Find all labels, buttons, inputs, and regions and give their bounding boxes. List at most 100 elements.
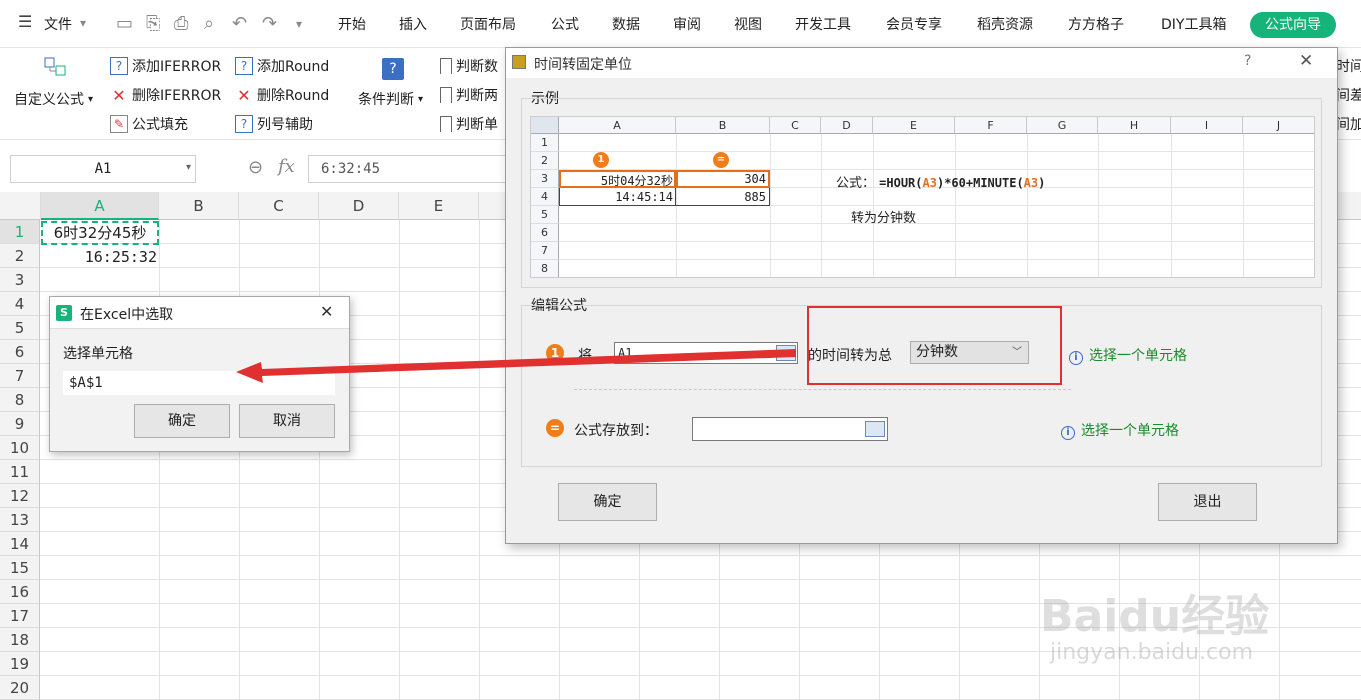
row-header[interactable]: 17 <box>0 604 40 628</box>
col-header-a[interactable]: A <box>41 192 159 220</box>
select-cell-input[interactable]: $A$1 <box>63 371 335 395</box>
judge-single-button[interactable]: 判断单 <box>440 114 498 134</box>
row-header[interactable]: 11 <box>0 460 40 484</box>
close-icon[interactable]: ✕ <box>320 302 333 321</box>
row-header[interactable]: 6 <box>0 340 40 364</box>
output-cell-input[interactable] <box>692 417 888 441</box>
col-header-c[interactable]: C <box>239 192 319 220</box>
step1-prefix: 将 <box>578 348 592 364</box>
dialog-ok-button[interactable]: 确定 <box>558 483 657 521</box>
row-header[interactable]: 19 <box>0 652 40 676</box>
export-icon[interactable]: ⎘ <box>146 13 160 34</box>
custom-formula-icon[interactable] <box>42 56 68 80</box>
row-header[interactable]: 16 <box>0 580 40 604</box>
chevron-down-icon[interactable]: ▾ <box>80 16 86 30</box>
more-icon[interactable]: ▾ <box>296 17 302 31</box>
custom-formula-label: 自定义公式 <box>14 92 84 108</box>
del-iferror-button[interactable]: ✕ 删除IFERROR <box>110 85 221 105</box>
app-icon: S <box>56 305 72 321</box>
formula-mid: )*60+MINUTE( <box>936 176 1024 190</box>
row-header[interactable]: 15 <box>0 556 40 580</box>
row-header[interactable]: 18 <box>0 628 40 652</box>
undo-icon[interactable]: ↶ <box>232 13 247 34</box>
tab-page-layout[interactable]: 页面布局 <box>460 14 516 34</box>
tab-insert[interactable]: 插入 <box>399 14 427 34</box>
hint1-text: 选择一个单元格 <box>1089 348 1187 364</box>
cond-judge-icon[interactable]: ? <box>382 58 404 80</box>
source-cell-input[interactable]: A1 <box>614 342 798 364</box>
row-header[interactable]: 14 <box>0 532 40 556</box>
cond-judge-button[interactable]: 条件判断 ▾ <box>358 89 423 109</box>
name-box[interactable]: A1 <box>10 155 196 183</box>
judge-two-button[interactable]: 判断两 <box>440 85 498 105</box>
row-header[interactable]: 4 <box>0 292 40 316</box>
tab-view[interactable]: 视图 <box>734 14 762 34</box>
tab-docer[interactable]: 稻壳资源 <box>977 14 1033 34</box>
judge-number-button[interactable]: 判断数 <box>440 56 498 76</box>
fx-icon[interactable]: fx <box>278 156 295 177</box>
step1-marker: 1 <box>546 344 564 362</box>
tab-fangfang[interactable]: 方方格子 <box>1068 14 1124 34</box>
tab-formula-wizard[interactable]: 公式向导 <box>1250 12 1336 38</box>
del-round-button[interactable]: ✕ 删除Round <box>235 85 329 105</box>
formula-input[interactable]: 6:32:45 <box>308 155 508 183</box>
time-add-button[interactable]: 间加 <box>1336 114 1361 134</box>
hint2[interactable]: i 选择一个单元格 <box>1061 420 1179 440</box>
row-header[interactable]: 10 <box>0 436 40 460</box>
help-icon[interactable]: ? <box>1244 53 1251 69</box>
save-icon[interactable]: ▭ <box>116 13 133 34</box>
bookmark-icon <box>440 116 452 132</box>
time-diff-button[interactable]: 间差 <box>1336 85 1361 105</box>
time-convert-dialog: 时间转固定单位 ? ✕ 示例 ABCDEFGHIJ 12345678 1 = 5… <box>505 47 1338 544</box>
cancel-button[interactable]: 取消 <box>239 404 335 438</box>
zoom-icon[interactable]: ⊖ <box>248 157 263 178</box>
print-icon[interactable]: ⎙ <box>174 13 188 34</box>
row-header[interactable]: 2 <box>0 244 40 268</box>
row-header[interactable]: 8 <box>0 388 40 412</box>
preview-icon[interactable]: ⌕ <box>204 13 214 34</box>
cell-picker-icon[interactable] <box>776 345 796 361</box>
tab-home[interactable]: 开始 <box>338 14 366 34</box>
cell-a1[interactable]: 6时32分45秒 <box>41 221 159 245</box>
col-header-d[interactable]: D <box>319 192 399 220</box>
formula-fill-button[interactable]: ✎ 公式填充 <box>110 114 188 134</box>
add-round-button[interactable]: ? 添加Round <box>235 56 329 76</box>
row-header[interactable]: 9 <box>0 412 40 436</box>
tab-formula[interactable]: 公式 <box>551 14 579 34</box>
row-header[interactable]: 5 <box>0 316 40 340</box>
close-icon[interactable]: ✕ <box>1299 51 1313 71</box>
row-header[interactable]: 7 <box>0 364 40 388</box>
tab-review[interactable]: 审阅 <box>673 14 701 34</box>
row-header[interactable]: 1 <box>0 220 40 244</box>
row-header[interactable]: 3 <box>0 268 40 292</box>
row-header[interactable]: 20 <box>0 676 40 700</box>
help-icon: ? <box>110 57 128 75</box>
tab-developer[interactable]: 开发工具 <box>795 14 851 34</box>
add-iferror-button[interactable]: ? 添加IFERROR <box>110 56 221 76</box>
example-row-header: 3 <box>531 170 559 188</box>
row-header[interactable]: 13 <box>0 508 40 532</box>
hint1[interactable]: i 选择一个单元格 <box>1069 345 1187 365</box>
example-col-gridline <box>1098 134 1099 277</box>
tab-member[interactable]: 会员专享 <box>886 14 942 34</box>
hamburger-icon[interactable]: ☰ <box>18 12 32 31</box>
menu-file[interactable]: 文件 <box>44 14 72 34</box>
custom-formula-button[interactable]: 自定义公式 ▾ <box>14 89 93 109</box>
col-header-b[interactable]: B <box>159 192 239 220</box>
time-button[interactable]: 时间 <box>1336 56 1361 76</box>
del-round-label: 删除Round <box>257 88 330 104</box>
col-header-e[interactable]: E <box>399 192 479 220</box>
formula-ref2: A3 <box>1023 176 1039 190</box>
dialog-exit-button[interactable]: 退出 <box>1158 483 1257 521</box>
col-assist-button[interactable]: ? 列号辅助 <box>235 114 313 134</box>
name-box-dropdown-icon[interactable]: ▾ <box>186 162 191 173</box>
cell-picker-icon[interactable] <box>865 421 885 437</box>
step2-marker-circle: = <box>546 419 564 437</box>
ok-button[interactable]: 确定 <box>134 404 230 438</box>
row-header[interactable]: 12 <box>0 484 40 508</box>
redo-icon[interactable]: ↷ <box>262 13 277 34</box>
tab-data[interactable]: 数据 <box>612 14 640 34</box>
tab-diy-toolbox[interactable]: DIY工具箱 <box>1161 14 1226 34</box>
cell-a2[interactable]: 16:25:32 <box>41 245 157 269</box>
select-all-corner[interactable] <box>0 192 41 220</box>
